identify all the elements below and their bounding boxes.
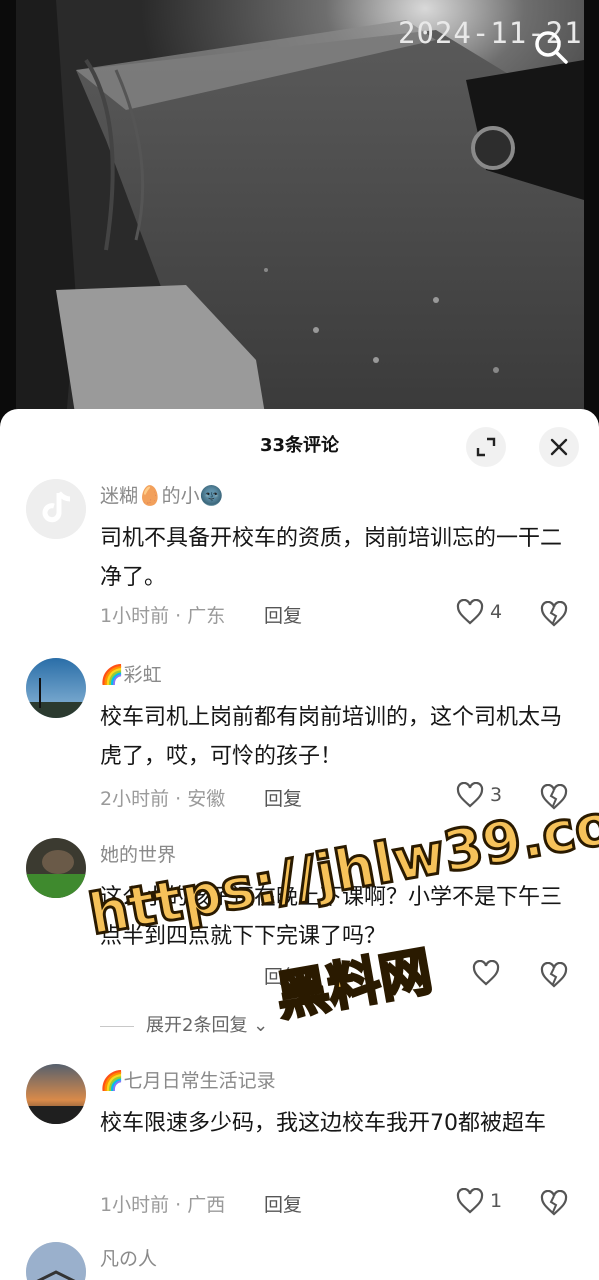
like-button[interactable]: 4 (456, 599, 502, 625)
comment-username[interactable]: 🌈七月日常生活记录 (100, 1066, 276, 1093)
comment-meta: 2小时前 · 安徽 (100, 788, 226, 810)
video-player[interactable]: 2024-11-21 (0, 0, 599, 420)
broken-heart-icon (540, 961, 568, 988)
reply-button[interactable]: 回复 (264, 962, 302, 989)
like-count: 4 (490, 601, 503, 623)
broken-heart-icon (540, 783, 568, 810)
avatar[interactable] (26, 1064, 86, 1124)
comment-username[interactable]: 🌈彩虹 (100, 660, 162, 687)
comment-text: 司机不具备开校车的资质，岗前培训忘的一干二净了。 (100, 526, 563, 590)
avatar[interactable] (26, 479, 86, 539)
close-icon (550, 438, 568, 456)
avatar-image (26, 1242, 86, 1280)
heart-icon (456, 1188, 484, 1214)
comment-username[interactable]: 凡の人 (100, 1244, 157, 1271)
comment-text: 校车司机上岗前都有岗前培训的，这个司机太马虎了，哎，可怜的孩子！ (100, 705, 563, 769)
dislike-button[interactable] (540, 600, 568, 627)
broken-heart-icon (540, 1189, 568, 1216)
reply-button[interactable]: 回复 (264, 1190, 302, 1217)
avatar-image (26, 838, 86, 898)
avatar-image (26, 658, 86, 718)
broken-heart-icon (540, 600, 568, 627)
comment-item: 她的世界 这么小的孩子还在晚上下课啊？小学不是下午三点半到四点就下下完课了吗？ … (0, 838, 599, 1038)
comment-item: 迷糊🥚的小🌚 司机不具备开校车的资质，岗前培训忘的一干二净了。 1小时前 · 广… (0, 479, 599, 649)
heart-icon (472, 960, 500, 986)
like-count: 1 (490, 1190, 503, 1212)
expand-replies-button[interactable]: 展开2条回复 ⌄ (100, 1011, 268, 1037)
like-button[interactable]: 1 (456, 1188, 502, 1214)
comment-username[interactable]: 她的世界 (100, 840, 176, 867)
comment-text: 这么小的孩子还在晚上下课啊？小学不是下午三点半到四点就下下完课了吗？ (100, 885, 563, 949)
expand-replies-label: 展开2条回复 (146, 1015, 248, 1036)
video-frame (16, 0, 584, 420)
comment-item: 🌈七月日常生活记录 校车限速多少码，我这边校车我开70都被超车 1小时前 · 广… (0, 1064, 599, 1234)
avatar-image (26, 1064, 86, 1124)
reply-button[interactable]: 回复 (264, 601, 302, 628)
avatar[interactable] (26, 838, 86, 898)
expand-divider (100, 1025, 134, 1027)
reply-button[interactable]: 回复 (264, 784, 302, 811)
close-sheet-button[interactable] (539, 427, 579, 467)
comment-meta: 1小时前 · 广西 (100, 1194, 226, 1216)
dislike-button[interactable] (540, 783, 568, 810)
search-button[interactable] (532, 28, 570, 66)
comment-text: 校车限速多少码，我这边校车我开70都被超车 (100, 1111, 546, 1136)
heart-icon (456, 599, 484, 625)
expand-icon (476, 437, 496, 457)
expand-sheet-button[interactable] (466, 427, 506, 467)
comments-count-title: 33条评论 (259, 435, 340, 456)
search-icon (535, 31, 568, 64)
like-button[interactable] (472, 960, 500, 986)
avatar[interactable] (26, 1242, 86, 1280)
comments-sheet: 33条评论 迷糊🥚的小🌚 司机不具备开校车的资质，岗前培训忘的一干二净了。 1小… (0, 409, 599, 1280)
like-count: 3 (490, 784, 503, 806)
avatar[interactable] (26, 658, 86, 718)
default-avatar-icon (26, 479, 86, 539)
heart-icon (456, 782, 484, 808)
comment-item: 🌈彩虹 校车司机上岗前都有岗前培训的，这个司机太马虎了，哎，可怜的孩子！ 2小时… (0, 658, 599, 828)
like-button[interactable]: 3 (456, 782, 502, 808)
dislike-button[interactable] (540, 1189, 568, 1216)
chevron-down-icon: ⌄ (247, 1015, 269, 1036)
comment-meta: 1小时前 · 广东 (100, 605, 226, 627)
comment-item: 凡の人 (0, 1242, 599, 1280)
dislike-button[interactable] (540, 961, 568, 988)
comment-username[interactable]: 迷糊🥚的小🌚 (100, 481, 223, 508)
